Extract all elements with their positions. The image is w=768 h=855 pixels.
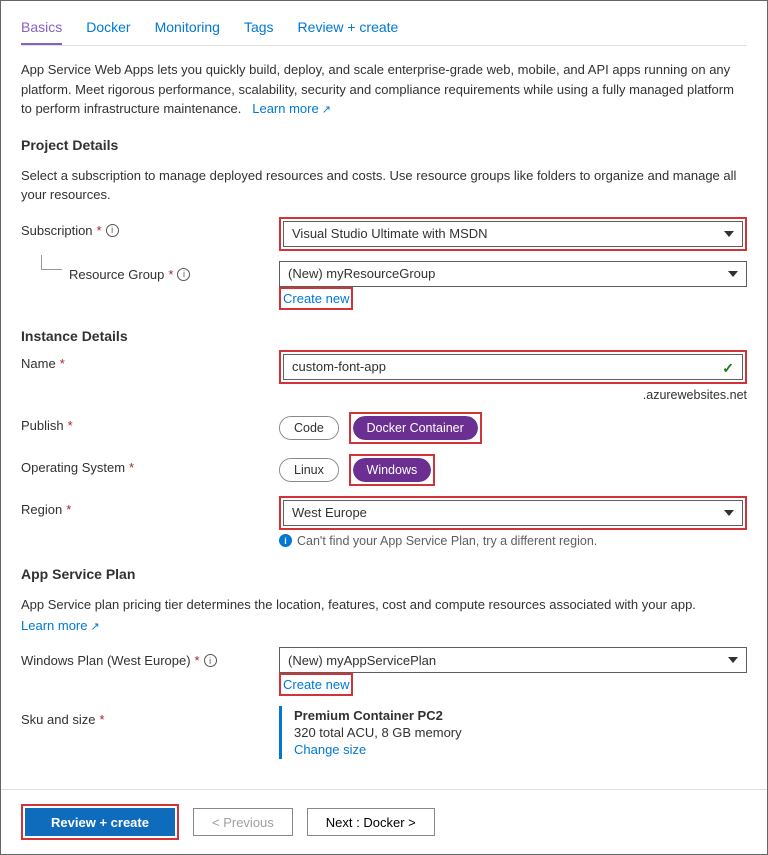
required-marker: * bbox=[129, 460, 134, 475]
tab-bar: Basics Docker Monitoring Tags Review + c… bbox=[21, 11, 747, 46]
tab-basics[interactable]: Basics bbox=[21, 11, 62, 45]
intro-body: App Service Web Apps lets you quickly bu… bbox=[21, 62, 734, 116]
info-icon[interactable]: i bbox=[106, 224, 119, 237]
subscription-label: Subscription bbox=[21, 223, 93, 238]
resource-group-select[interactable]: (New) myResourceGroup bbox=[279, 261, 747, 287]
name-label: Name bbox=[21, 356, 56, 371]
highlight-box: Docker Container bbox=[349, 412, 482, 444]
highlight-box: Create new bbox=[279, 673, 353, 696]
create-new-plan-link[interactable]: Create new bbox=[283, 677, 349, 692]
info-icon[interactable]: i bbox=[204, 654, 217, 667]
publish-docker-option[interactable]: Docker Container bbox=[353, 416, 478, 440]
region-hint-text: Can't find your App Service Plan, try a … bbox=[297, 534, 597, 548]
required-marker: * bbox=[195, 653, 200, 668]
os-label: Operating System bbox=[21, 460, 125, 475]
region-label: Region bbox=[21, 502, 62, 517]
tab-docker[interactable]: Docker bbox=[86, 11, 130, 45]
create-new-rg-link[interactable]: Create new bbox=[283, 291, 349, 306]
region-value: West Europe bbox=[292, 505, 367, 520]
region-select[interactable]: West Europe bbox=[283, 500, 743, 526]
publish-label: Publish bbox=[21, 418, 64, 433]
app-service-plan-heading: App Service Plan bbox=[21, 566, 747, 582]
required-marker: * bbox=[99, 712, 104, 727]
windows-plan-select[interactable]: (New) myAppServicePlan bbox=[279, 647, 747, 673]
tab-review-create[interactable]: Review + create bbox=[298, 11, 399, 45]
required-marker: * bbox=[97, 223, 102, 238]
required-marker: * bbox=[168, 267, 173, 282]
intro-learn-more-link[interactable]: Learn more bbox=[252, 101, 331, 116]
project-details-desc: Select a subscription to manage deployed… bbox=[21, 166, 747, 205]
app-name-input[interactable]: custom-font-app ✓ bbox=[283, 354, 743, 380]
tab-tags[interactable]: Tags bbox=[244, 11, 274, 45]
project-details-heading: Project Details bbox=[21, 137, 747, 153]
subscription-select[interactable]: Visual Studio Ultimate with MSDN bbox=[283, 221, 743, 247]
os-windows-option[interactable]: Windows bbox=[353, 458, 432, 482]
windows-plan-value: (New) myAppServicePlan bbox=[288, 653, 436, 668]
resource-group-label: Resource Group bbox=[69, 267, 164, 282]
required-marker: * bbox=[66, 502, 71, 517]
chevron-down-icon bbox=[724, 510, 734, 516]
sku-detail: 320 total ACU, 8 GB memory bbox=[294, 725, 747, 740]
footer-bar: Review + create < Previous Next : Docker… bbox=[1, 789, 767, 854]
os-linux-option[interactable]: Linux bbox=[280, 459, 338, 481]
sku-title: Premium Container PC2 bbox=[294, 708, 747, 723]
intro-text: App Service Web Apps lets you quickly bu… bbox=[21, 60, 747, 119]
app-name-value: custom-font-app bbox=[292, 359, 386, 374]
sku-label: Sku and size bbox=[21, 712, 95, 727]
info-icon[interactable]: i bbox=[177, 268, 190, 281]
highlight-box: Visual Studio Ultimate with MSDN bbox=[279, 217, 747, 251]
windows-plan-label: Windows Plan (West Europe) bbox=[21, 653, 191, 668]
highlight-box: Windows bbox=[349, 454, 436, 486]
name-suffix: .azurewebsites.net bbox=[279, 388, 747, 402]
plan-learn-more-link[interactable]: Learn more bbox=[21, 618, 100, 633]
plan-desc: App Service plan pricing tier determines… bbox=[21, 595, 747, 615]
sku-info-box: Premium Container PC2 320 total ACU, 8 G… bbox=[279, 706, 747, 759]
highlight-box: West Europe bbox=[279, 496, 747, 530]
next-docker-button[interactable]: Next : Docker > bbox=[307, 808, 435, 836]
change-size-link[interactable]: Change size bbox=[294, 742, 366, 757]
required-marker: * bbox=[60, 356, 65, 371]
resource-group-value: (New) myResourceGroup bbox=[288, 266, 435, 281]
previous-button: < Previous bbox=[193, 808, 293, 836]
create-webapp-form: Basics Docker Monitoring Tags Review + c… bbox=[0, 0, 768, 855]
publish-toggle: Code bbox=[279, 416, 339, 440]
chevron-down-icon bbox=[728, 271, 738, 277]
chevron-down-icon bbox=[728, 657, 738, 663]
region-hint: i Can't find your App Service Plan, try … bbox=[279, 534, 747, 548]
highlight-box: Create new bbox=[279, 287, 353, 310]
review-create-button[interactable]: Review + create bbox=[25, 808, 175, 836]
info-icon: i bbox=[279, 534, 292, 547]
required-marker: * bbox=[68, 418, 73, 433]
instance-details-heading: Instance Details bbox=[21, 328, 747, 344]
check-icon: ✓ bbox=[722, 360, 734, 377]
chevron-down-icon bbox=[724, 231, 734, 237]
subscription-value: Visual Studio Ultimate with MSDN bbox=[292, 226, 488, 241]
os-toggle: Linux bbox=[279, 458, 339, 482]
highlight-box: custom-font-app ✓ bbox=[279, 350, 747, 384]
highlight-box: Review + create bbox=[21, 804, 179, 840]
publish-code-option[interactable]: Code bbox=[280, 417, 338, 439]
tab-monitoring[interactable]: Monitoring bbox=[155, 11, 220, 45]
